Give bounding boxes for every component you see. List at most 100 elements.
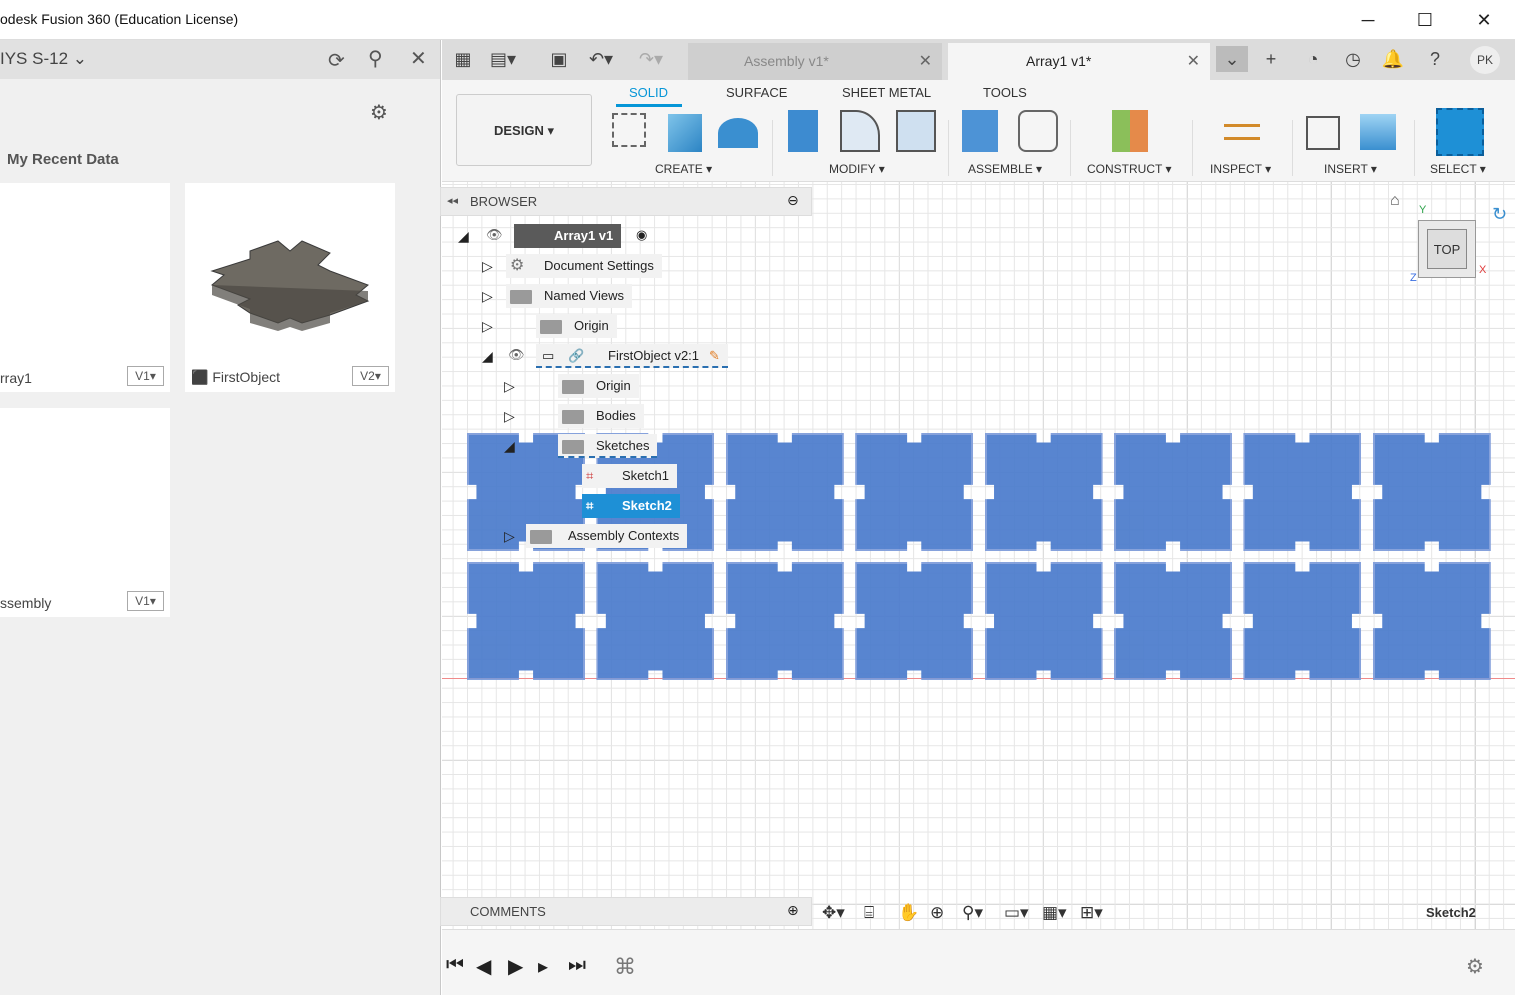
pan-icon[interactable]: ✋ (898, 903, 919, 923)
sketch-tile[interactable] (1243, 562, 1362, 680)
expand-triangle-icon[interactable]: ▷ (504, 374, 515, 398)
chevron-down-icon[interactable]: ⌄ (1216, 46, 1248, 72)
orbit-icon[interactable]: ✥▾ (822, 903, 845, 923)
joint-icon[interactable] (1018, 110, 1058, 152)
go-to-end-icon[interactable]: ⏭ (568, 954, 586, 977)
save-icon[interactable]: ▣ (546, 46, 572, 72)
minimize-button[interactable]: ─ (1348, 6, 1388, 34)
collapse-triangle-icon[interactable]: ◢ (458, 224, 469, 248)
insert-image-icon[interactable] (1360, 114, 1396, 150)
tab-sheet-metal[interactable]: SHEET METAL (842, 85, 931, 100)
tree-node-origin-sub[interactable]: Origin (558, 374, 639, 398)
expand-triangle-icon[interactable]: ▷ (504, 404, 515, 428)
sketch-tile[interactable] (467, 562, 585, 680)
edit-pencil-icon[interactable]: ✎ (709, 348, 720, 363)
eye-icon[interactable]: 👁 (486, 227, 503, 243)
search-icon[interactable]: ⚲ (368, 46, 383, 71)
collapse-icon[interactable]: ◂◂ (447, 194, 458, 207)
data-card[interactable]: ssembly V1▾ (0, 408, 170, 617)
home-icon[interactable]: ⌂ (1390, 192, 1400, 210)
select-group-label[interactable]: SELECT ▾ (1430, 162, 1486, 176)
tab-solid[interactable]: SOLID (629, 85, 668, 100)
tree-node-document-settings[interactable]: ⚙ Document Settings (506, 254, 662, 278)
plus-icon[interactable]: + (1258, 46, 1284, 72)
display-settings-icon[interactable]: ▭▾ (1004, 903, 1029, 923)
timeline-settings-icon[interactable]: ⚙ (1466, 954, 1484, 979)
create-sketch-icon[interactable] (612, 113, 646, 147)
viewcube[interactable]: TOP (1418, 220, 1476, 278)
tree-node-root[interactable]: Array1 v1 (514, 224, 622, 248)
close-icon[interactable]: ✕ (410, 46, 427, 71)
look-at-icon[interactable]: ⌸ (864, 903, 874, 923)
redo-icon[interactable]: ↷▾ (638, 46, 664, 72)
shell-icon[interactable] (896, 110, 936, 152)
expand-triangle-icon[interactable]: ▷ (482, 284, 493, 308)
tree-node-sketch2[interactable]: ⌗ Sketch2 (582, 494, 680, 518)
measure-icon[interactable] (1224, 124, 1260, 140)
collapse-triangle-icon[interactable]: ◢ (482, 344, 493, 368)
insert-group-label[interactable]: INSERT ▾ (1324, 162, 1377, 176)
press-pull-icon[interactable] (788, 110, 818, 152)
tree-node-sketches[interactable]: Sketches (558, 434, 658, 458)
extrude-icon[interactable] (668, 114, 702, 152)
tab-tools[interactable]: TOOLS (983, 85, 1027, 100)
expand-triangle-icon[interactable]: ▷ (482, 254, 493, 278)
viewports-icon[interactable]: ⊞▾ (1080, 903, 1103, 923)
construct-group-label[interactable]: CONSTRUCT ▾ (1087, 162, 1171, 176)
insert-derive-icon[interactable] (1306, 116, 1340, 150)
tree-node-sketch1[interactable]: ⌗ Sketch1 (582, 464, 677, 488)
sketch-tile[interactable] (725, 562, 844, 680)
tab-surface[interactable]: SURFACE (726, 85, 787, 100)
offset-plane-icon[interactable] (1112, 110, 1148, 152)
tree-node-named-views[interactable]: Named Views (506, 284, 632, 308)
minus-icon[interactable]: ⊖ (787, 192, 799, 209)
step-back-icon[interactable]: ◀ (476, 954, 491, 979)
rotate-arrow-icon[interactable]: ↻ (1492, 204, 1507, 225)
sketch-tile[interactable] (855, 433, 974, 551)
sketch-tile[interactable] (596, 562, 715, 680)
sketch-tile[interactable] (984, 562, 1103, 680)
fillet-icon[interactable] (840, 110, 880, 152)
extensions-icon[interactable]: ◔ (1300, 46, 1326, 72)
eye-icon[interactable]: 👁 (508, 347, 525, 363)
fit-icon[interactable]: ⚲▾ (962, 903, 983, 923)
grid-settings-icon[interactable]: ▦▾ (1042, 903, 1067, 923)
tree-node-assembly-contexts[interactable]: Assembly Contexts (526, 524, 688, 548)
undo-icon[interactable]: ↶▾ (588, 46, 614, 72)
sketch-tile[interactable] (1114, 433, 1232, 551)
refresh-icon[interactable]: ⟳ (328, 48, 345, 73)
revolve-icon[interactable] (718, 118, 758, 148)
modify-group-label[interactable]: MODIFY ▾ (829, 162, 885, 176)
expand-triangle-icon[interactable]: ▷ (504, 524, 515, 548)
sketch-tile[interactable] (1372, 562, 1491, 680)
job-status-icon[interactable]: ◷ (1340, 46, 1366, 72)
avatar[interactable]: PK (1470, 46, 1500, 74)
version-dropdown[interactable]: V1▾ (127, 366, 164, 386)
notification-icon[interactable]: 🔔 (1380, 46, 1406, 72)
sketch-tile[interactable] (984, 433, 1103, 551)
tree-node-firstobject[interactable]: ▭ 🔗 FirstObject v2:1 ✎ (536, 344, 728, 368)
close-button[interactable]: ✕ (1464, 6, 1504, 34)
project-name[interactable]: IYS S-12 ⌄ (0, 49, 87, 69)
tree-node-bodies[interactable]: Bodies (558, 404, 644, 428)
workspace-switcher[interactable]: DESIGN ▾ (456, 94, 592, 166)
help-icon[interactable]: ? (1422, 46, 1448, 72)
play-icon[interactable]: ▶ (508, 954, 523, 979)
gear-icon[interactable]: ⚙ (370, 100, 388, 125)
sketch-tile[interactable] (1243, 433, 1362, 551)
viewcube-face-top[interactable]: TOP (1427, 229, 1467, 269)
timeline-feature-icon[interactable]: ⌘ (614, 954, 636, 980)
new-component-icon[interactable] (962, 110, 998, 152)
grid-menu-icon[interactable]: ▦ (450, 46, 476, 72)
version-dropdown[interactable]: V1▾ (127, 591, 164, 611)
add-comment-icon[interactable]: ⊕ (787, 902, 799, 919)
create-group-label[interactable]: CREATE ▾ (655, 162, 712, 176)
sketch-tile[interactable] (725, 433, 844, 551)
data-card[interactable]: ⬛ FirstObject V2▾ (185, 183, 395, 392)
sketch-tile[interactable] (1372, 433, 1491, 551)
close-icon[interactable]: ✕ (1187, 43, 1200, 80)
data-card[interactable]: rray1 V1▾ (0, 183, 170, 392)
version-dropdown[interactable]: V2▾ (352, 366, 389, 386)
sketch-tile[interactable] (1114, 562, 1232, 680)
maximize-button[interactable]: ☐ (1405, 6, 1445, 34)
